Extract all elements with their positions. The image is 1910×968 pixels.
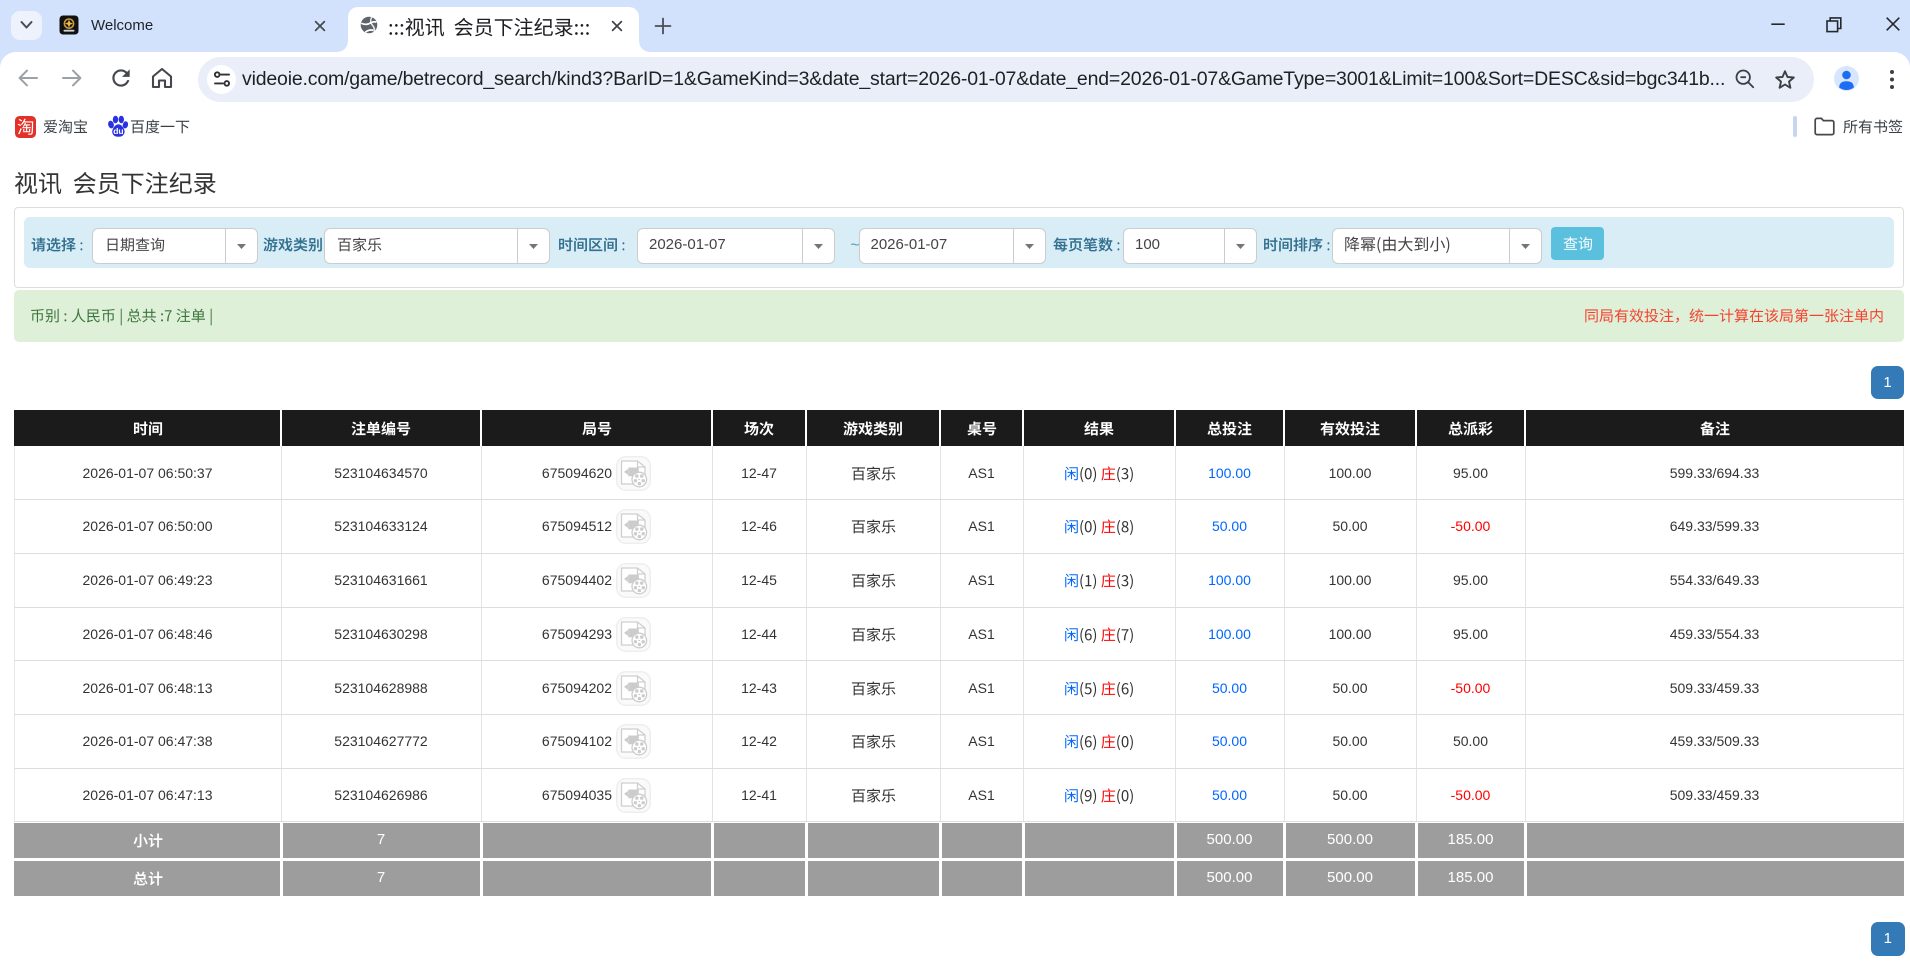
svg-text:du: du <box>113 126 123 136</box>
